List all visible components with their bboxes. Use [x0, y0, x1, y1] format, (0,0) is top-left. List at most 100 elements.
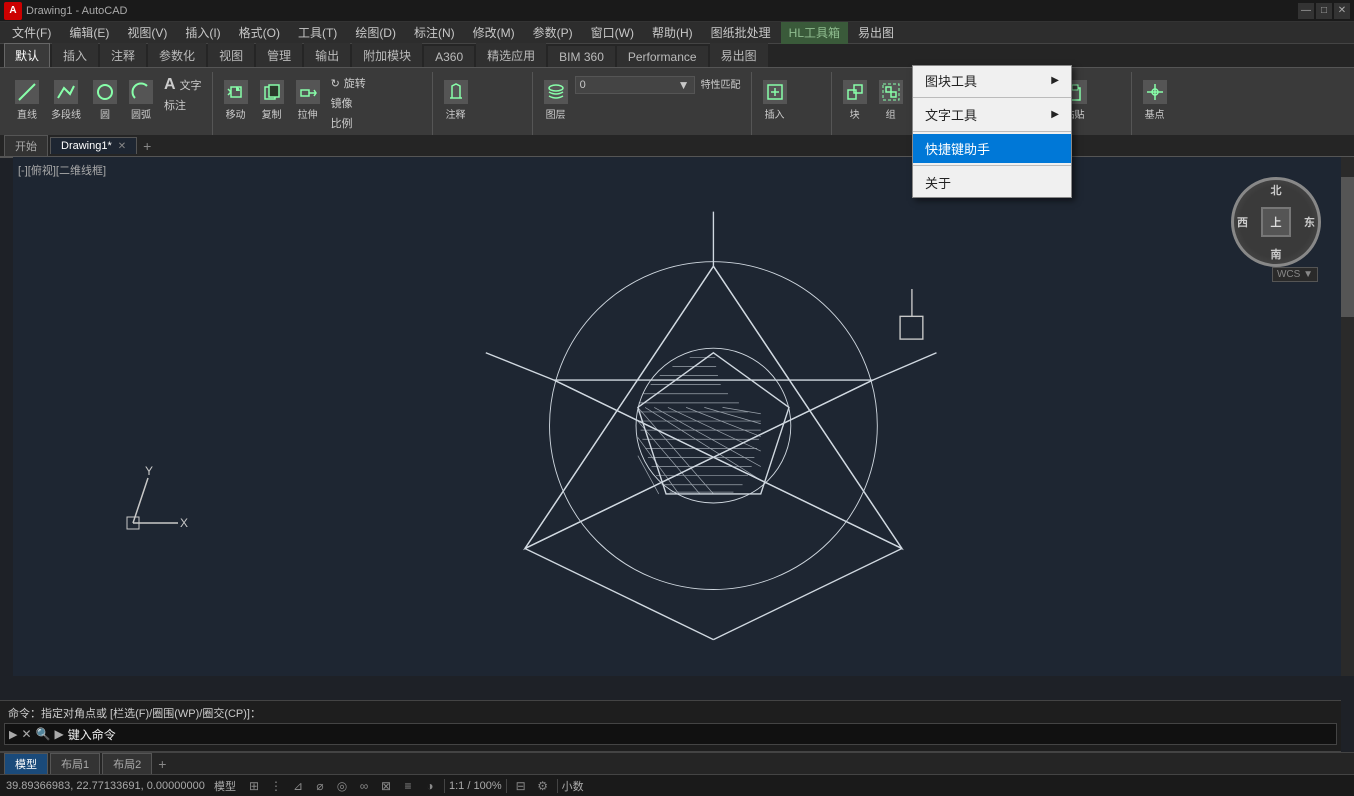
scale-button[interactable]: 比例: [327, 114, 370, 132]
menu-view[interactable]: 视图(V): [119, 22, 175, 44]
tab-layout1[interactable]: 布局1: [50, 753, 100, 774]
tab-bim360[interactable]: BIM 360: [548, 46, 615, 67]
command-input[interactable]: 键入命令: [68, 726, 1332, 743]
ctx-about[interactable]: 关于: [913, 168, 1071, 197]
layer-match-button[interactable]: 特性匹配: [697, 74, 745, 92]
maximize-button[interactable]: □: [1316, 3, 1332, 19]
ortho-icon[interactable]: ⊿: [288, 777, 308, 795]
tab-yct[interactable]: 易出图: [710, 43, 768, 67]
menu-dimension[interactable]: 标注(N): [406, 22, 463, 44]
stretch-button[interactable]: 拉伸: [291, 74, 325, 126]
ctx-shortcut-helper[interactable]: 快捷键助手: [913, 134, 1071, 163]
layer-icon: [544, 80, 568, 104]
menu-yct[interactable]: 易出图: [850, 22, 902, 44]
arc-tool-button[interactable]: 圆弧: [124, 74, 158, 126]
snap-icon[interactable]: ⋮: [266, 777, 286, 795]
menu-edit[interactable]: 编辑(E): [61, 22, 117, 44]
compass-ring[interactable]: 上 北 南 东 西 WCS ▼: [1231, 177, 1321, 267]
cmd-search-btn[interactable]: 🔍: [36, 727, 51, 741]
tab-addons[interactable]: 附加模块: [352, 43, 422, 67]
tab-manage[interactable]: 管理: [256, 43, 302, 67]
app-logo: A: [4, 2, 22, 20]
layout-tab-add-button[interactable]: +: [154, 756, 170, 772]
menu-draw[interactable]: 绘图(D): [347, 22, 404, 44]
tab-close-button[interactable]: ✕: [118, 141, 126, 152]
tab-view[interactable]: 视图: [208, 43, 254, 67]
ctx-text-tools[interactable]: 文字工具 ▶: [913, 100, 1071, 129]
compass-wcs[interactable]: WCS ▼: [1272, 267, 1318, 282]
menu-tools[interactable]: 工具(T): [290, 22, 345, 44]
right-scrollbar[interactable]: [1341, 157, 1354, 676]
otrack-icon[interactable]: ∞: [354, 777, 374, 795]
line-icon: [15, 80, 39, 104]
insert-button[interactable]: 插入: [758, 74, 792, 126]
menu-insert[interactable]: 插入(I): [177, 22, 228, 44]
ctx-block-tools[interactable]: 图块工具 ▶: [913, 66, 1071, 95]
menu-file[interactable]: 文件(F): [4, 22, 59, 44]
transparency-icon[interactable]: ◑: [420, 777, 440, 795]
tab-performance[interactable]: Performance: [617, 46, 708, 67]
minimize-button[interactable]: —: [1298, 3, 1314, 19]
layer-dropdown-arrow: ▼: [678, 78, 690, 92]
group-button[interactable]: 组: [874, 74, 908, 126]
mirror-button[interactable]: 镜像: [327, 94, 370, 112]
rotate-button[interactable]: ↻ 旋转: [327, 74, 370, 92]
tab-annotation[interactable]: 注释: [100, 43, 146, 67]
mark-tool-button[interactable]: 标注: [160, 96, 206, 114]
menu-modify[interactable]: 修改(M): [465, 22, 523, 44]
tab-output[interactable]: 输出: [304, 43, 350, 67]
menu-hl[interactable]: HL工具箱: [781, 22, 848, 44]
ctx-block-tools-label: 图块工具: [925, 71, 977, 90]
zoom-display: 1:1 / 100%: [449, 780, 502, 792]
cmd-x-btn[interactable]: ✕: [21, 727, 31, 741]
layer-label: 图层: [546, 106, 566, 121]
osnap-icon[interactable]: ◎: [332, 777, 352, 795]
layer-properties-button[interactable]: 图层: [539, 74, 573, 126]
menu-parameters[interactable]: 参数(P): [525, 22, 581, 44]
workspace-icon[interactable]: ⊟: [511, 777, 531, 795]
cmd-expand-btn[interactable]: ▶: [54, 727, 63, 741]
menu-window[interactable]: 窗口(W): [583, 22, 642, 44]
copy-button[interactable]: 复制: [255, 74, 289, 126]
command-line[interactable]: ▶ ✕ 🔍 ▶ 键入命令: [4, 723, 1337, 745]
title-bar: A Drawing1 - AutoCAD — □ ✕: [0, 0, 1354, 22]
annotation-button[interactable]: 注释: [439, 74, 473, 126]
copy-icon: [260, 80, 284, 104]
line-tool-button[interactable]: 直线: [10, 74, 44, 126]
drawing-tabs: 开始 Drawing1* ✕ +: [0, 135, 1354, 157]
grid-icon[interactable]: ⊞: [244, 777, 264, 795]
rotate-label: 旋转: [344, 75, 366, 91]
draw-tools: 直线 多段线 圆 圆弧: [10, 72, 206, 138]
tab-start[interactable]: 开始: [4, 135, 48, 156]
scrollbar-thumb[interactable]: [1341, 177, 1354, 317]
title-bar-left: A Drawing1 - AutoCAD: [4, 2, 128, 20]
annotation-label: 注释: [446, 106, 466, 121]
polyline-tool-button[interactable]: 多段线: [46, 74, 86, 126]
command-input-row: ✕ 🔍 ▶: [21, 727, 63, 741]
tab-drawing1[interactable]: Drawing1* ✕: [50, 137, 137, 154]
close-button[interactable]: ✕: [1334, 3, 1350, 19]
menu-bar: 文件(F) 编辑(E) 视图(V) 插入(I) 格式(O) 工具(T) 绘图(D…: [0, 22, 1354, 44]
blocks-button[interactable]: 块: [838, 74, 872, 126]
polar-icon[interactable]: ⌀: [310, 777, 330, 795]
tab-default[interactable]: 默认: [4, 43, 50, 67]
dynin-icon[interactable]: ⊠: [376, 777, 396, 795]
tab-insert[interactable]: 插入: [52, 43, 98, 67]
menu-print[interactable]: 图纸批处理: [703, 22, 779, 44]
drawing-area[interactable]: [-][俯视][二维线框]: [13, 157, 1341, 676]
tab-parametric[interactable]: 参数化: [148, 43, 206, 67]
tab-featured[interactable]: 精选应用: [476, 43, 546, 67]
base-button[interactable]: 基点: [1138, 74, 1172, 126]
menu-help[interactable]: 帮助(H): [644, 22, 701, 44]
tab-model[interactable]: 模型: [4, 753, 48, 774]
layer-dropdown[interactable]: 0 ▼: [575, 76, 695, 94]
lineweight-icon[interactable]: ≡: [398, 777, 418, 795]
hardware-icon[interactable]: ⚙: [533, 777, 553, 795]
tab-add-button[interactable]: +: [139, 138, 155, 154]
circle-tool-button[interactable]: 圆: [88, 74, 122, 126]
tab-a360[interactable]: A360: [424, 46, 474, 67]
move-button[interactable]: 移动: [219, 74, 253, 126]
tab-layout2[interactable]: 布局2: [102, 753, 152, 774]
text-tool-button[interactable]: A 文字: [160, 76, 206, 94]
menu-format[interactable]: 格式(O): [231, 22, 288, 44]
